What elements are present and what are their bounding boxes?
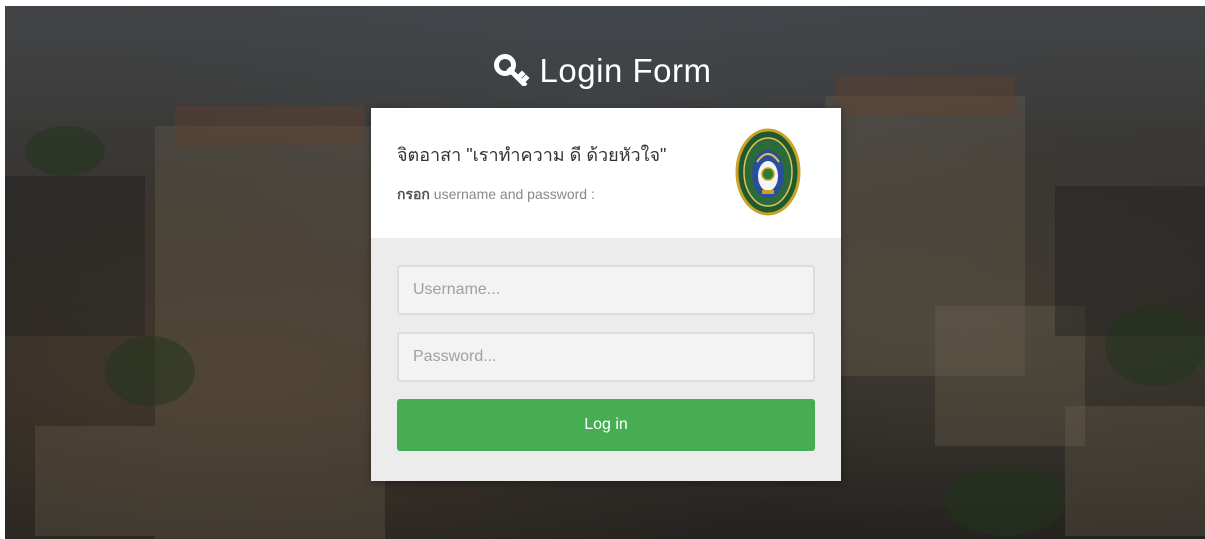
- username-field[interactable]: [397, 265, 815, 315]
- card-form-area: Log in: [371, 238, 841, 481]
- page-heading: Login Form: [0, 52, 1205, 94]
- card-subtitle: กรอก username and password :: [397, 184, 595, 206]
- login-card: จิตอาสา "เราทำความ ดี ด้วยหัวใจ" กรอก us…: [371, 108, 841, 481]
- card-header: จิตอาสา "เราทำความ ดี ด้วยหัวใจ" กรอก us…: [371, 108, 841, 238]
- card-title: จิตอาสา "เราทำความ ดี ด้วยหัวใจ": [397, 145, 667, 165]
- subtitle-strong: กรอก: [397, 186, 430, 202]
- page-title: Login Form: [539, 52, 712, 89]
- key-icon: [493, 54, 532, 94]
- university-seal-icon: [735, 128, 801, 216]
- login-button[interactable]: Log in: [397, 399, 815, 451]
- subtitle-rest: username and password :: [429, 186, 595, 202]
- password-field[interactable]: [397, 332, 815, 382]
